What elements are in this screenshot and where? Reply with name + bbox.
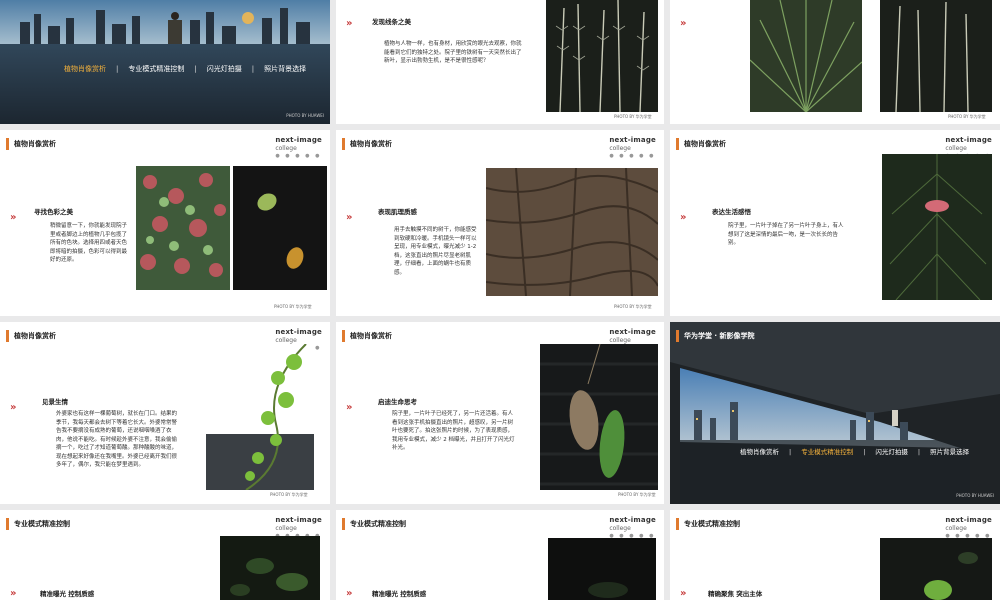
sago-palm-photo [750,0,862,112]
cover-slide-2[interactable]: 华为学堂 · 新影像学院 植物肖像赏析 | 专业模式精准控制 | 闪光灯拍摄 | 照片背景选… [670,322,1000,504]
focus-leaf-photo [880,538,992,600]
slide-heading: 表现肌理质感 [378,208,417,216]
section-title: 专业模式精准控制 [342,518,406,530]
section-title: 植物肖像赏析 [342,330,392,342]
nav-item-flash[interactable]: 闪光灯拍摄 [207,64,242,74]
slide-ferns[interactable]: » PHOTO BY 华为学堂 [670,0,1000,124]
chevron-icon: » [346,402,353,413]
city-night-photo [0,0,330,124]
chevron-icon: » [10,402,17,413]
slide-heading: 发现线条之美 [372,18,411,26]
section-title: 专业模式精准控制 [6,518,70,530]
slide-pro-3[interactable]: 专业模式精准控制 next-image college ● ● ● ● ● » 精确… [670,510,1000,600]
ground-cover-photo [136,166,230,290]
college-logo: next-imagecollege● ● ● ● ● [275,136,322,159]
slide-heading: 表达生活感悟 [712,208,751,216]
college-logo: next-imagecollege● ● ● ● ● [609,516,656,539]
slide-heading: 精确聚焦 突出主体 [708,590,763,598]
nav-item-flash[interactable]: 闪光灯拍摄 [875,446,908,456]
slide-color[interactable]: 植物肖像赏析 next-image college ● ● ● ● ● » 寻找色彩… [0,130,330,316]
photo-credit: PHOTO BY 华为学堂 [614,304,652,309]
nav-item-pro[interactable]: 专业模式精准控制 [128,64,184,74]
tree-bark-photo [486,168,658,296]
section-title: 植物肖像赏析 [6,138,56,150]
chevron-icon: » [346,212,353,223]
cover-slide[interactable]: 植物肖像赏析 | 专业模式精准控制 | 闪光灯拍摄 | 照片背景选择 PHOTO BY HU… [0,0,330,124]
section-title: 专业模式精准控制 [676,518,740,530]
college-logo: next-imagecollege● ● ● ● ● [609,136,656,159]
chevron-icon: » [680,18,687,29]
slide-pro-1[interactable]: 专业模式精准控制 next-imagecollege● ● ● ● ● » 精准… [0,510,330,600]
photo-credit: PHOTO BY 华为学堂 [614,114,652,119]
leaves-on-dark-photo [233,166,327,290]
slide-grid: 植物肖像赏析 | 专业模式精准控制 | 闪光灯拍摄 | 照片背景选择 PHOTO BY HU… [0,0,1000,600]
slide-heading: 启迪生命思考 [378,398,417,406]
slide-think[interactable]: 植物肖像赏析 next-imagecollege● ● ● ● ● » 启迪生命… [336,322,664,504]
slide-heading: 寻找色彩之美 [34,208,73,216]
slide-heading: 精准曝光 控制质感 [372,590,427,598]
dark-plant-photo [548,538,656,600]
leaf-kiss-photo [882,154,992,300]
section-title: 植物肖像赏析 [342,138,392,150]
slide-body: 植物与人物一样，也有身材，用欣赏的眼光去观察，你就能看到它们的独特之处。院子里的… [384,41,522,64]
slide-life[interactable]: 植物肖像赏析 next-imagecollege● ● ● ● ● » 见景生情… [0,322,330,504]
slide-heading: 精准曝光 控制质感 [40,590,95,598]
photo-credit: PHOTO BY HUAWEI [956,493,994,498]
section-title: 植物肖像赏析 [6,330,56,342]
rooftop-photo [670,322,1000,504]
photo-credit: PHOTO BY HUAWEI [286,113,324,118]
photo-credit: PHOTO BY 华为学堂 [274,304,312,309]
slide-lines[interactable]: » 发现线条之美 植物与人物一样，也有身材，用欣赏的眼光去观察，你就能看到它们的… [336,0,664,124]
slide-pro-2[interactable]: 专业模式精准控制 next-image college ● ● ● ● ● » 精准… [336,510,664,600]
chevron-icon: » [680,588,687,599]
chevron-icon: » [10,212,17,223]
nav-item-plants[interactable]: 植物肖像赏析 [740,446,779,456]
grapevine-photo [206,344,314,490]
slide-body: 院子里，一片叶子掉在了另一片叶子身上，有人想到了这是深情的最后一吻，是一次长长的… [728,223,844,246]
two-leaves-photo [540,344,658,490]
chevron-icon: » [346,588,353,599]
section-title: 华为学堂 · 新影像学院 [676,330,755,342]
nav-item-plants[interactable]: 植物肖像赏析 [64,64,106,74]
nav-item-background[interactable]: 照片背景选择 [930,446,969,456]
slide-body: 院子里，一片叶子已经死了，另一片还活着。有人看到这张手机拍摄直出的照片，超感叹，… [392,411,515,451]
chevron-icon: » [680,212,687,223]
section-title: 植物肖像赏析 [676,138,726,150]
slide-body: 外婆家也有这样一棵葡萄树，就长在门口。结果的季节，我每天都会去树下等着它长大。外… [56,411,178,468]
slide-heading: 见景生情 [42,398,68,406]
slide-texture[interactable]: 植物肖像赏析 next-image college ● ● ● ● ● » 表现肌理… [336,130,664,316]
slide-body: 用手去触摸不同的树干，你能感受到软硬和冷暖。手机镜头一样可以呈现，用专业模式，曝… [394,227,477,276]
dark-leaves-photo [220,536,320,600]
chevron-icon: » [10,588,17,599]
cover-nav: 植物肖像赏析 | 专业模式精准控制 | 闪光灯拍摄 | 照片背景选择 [64,64,307,74]
nav-item-pro[interactable]: 专业模式精准控制 [801,446,853,456]
chevron-icon: » [346,18,353,29]
photo-credit: PHOTO BY 华为学堂 [270,492,308,497]
fern-photo [546,0,658,112]
nav-item-background[interactable]: 照片背景选择 [264,64,306,74]
college-logo: next-imagecollege● ● ● ● ● [945,516,992,539]
photo-credit: PHOTO BY 华为学堂 [948,114,986,119]
photo-credit: PHOTO BY 华为学堂 [618,492,656,497]
fern-photo [880,0,992,112]
slide-body: 稍微留意一下，你就能发现院子里或者脚边上的植物几乎包揽了所有的色块。选择用四或者… [50,223,128,263]
cover-nav: 植物肖像赏析 | 专业模式精准控制 | 闪光灯拍摄 | 照片背景选择 [740,446,970,456]
slide-emotion[interactable]: 植物肖像赏析 next-imagecollege● ● ● ● ● » 表达生活… [670,130,1000,316]
